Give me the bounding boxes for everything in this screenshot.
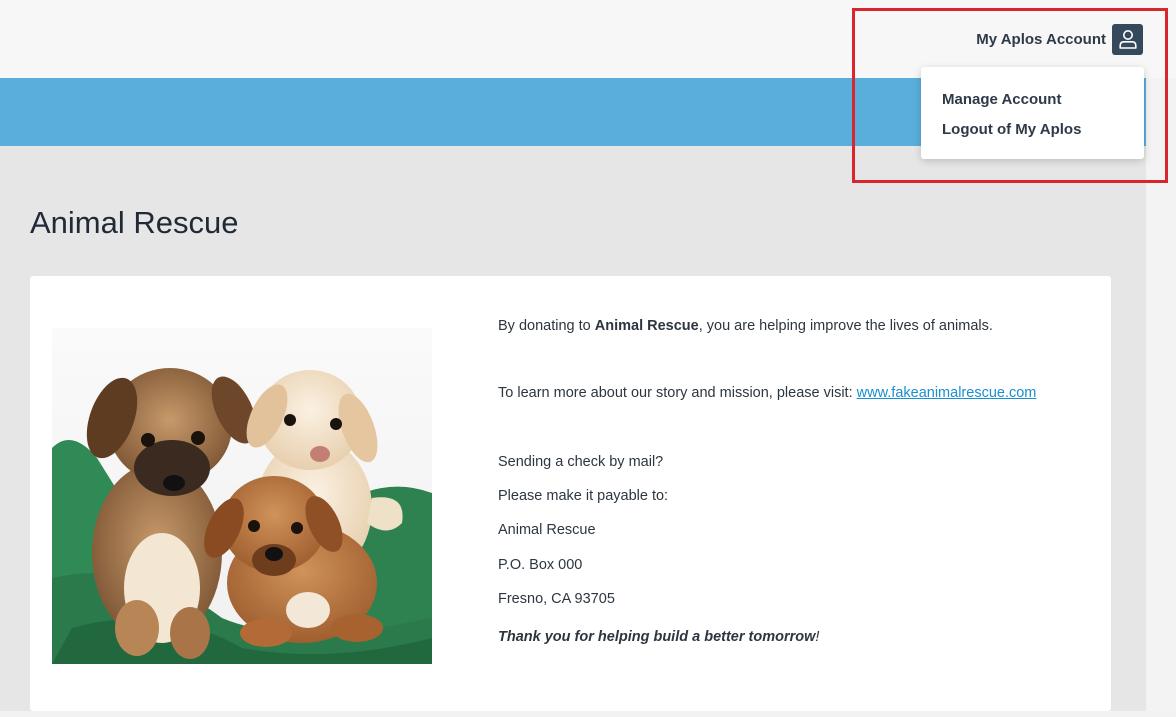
- org-name: Animal Rescue: [594, 318, 699, 334]
- address-city: Fresno, CA 93705: [498, 591, 615, 607]
- thank-you-text: Thank you for helping build a better tom…: [498, 629, 820, 645]
- puppies-photo: [52, 328, 432, 664]
- learn-more-text: To learn more about our story and missio…: [498, 385, 1037, 401]
- check-question: Sending a check by mail?: [498, 454, 664, 470]
- intro-text: By donating to Animal Rescue, you are he…: [498, 318, 993, 334]
- highlight-annotation: [852, 8, 1168, 183]
- bottom-strip: [0, 711, 1176, 717]
- address-name: Animal Rescue: [498, 522, 596, 538]
- payable-to: Please make it payable to:: [498, 488, 669, 504]
- website-link[interactable]: www.fakeanimalrescue.com: [857, 385, 1037, 401]
- page-title: Animal Rescue: [30, 205, 239, 240]
- donation-info-card: By donating to Animal Rescue, you are he…: [30, 276, 1111, 711]
- address-po-box: P.O. Box 000: [498, 557, 583, 573]
